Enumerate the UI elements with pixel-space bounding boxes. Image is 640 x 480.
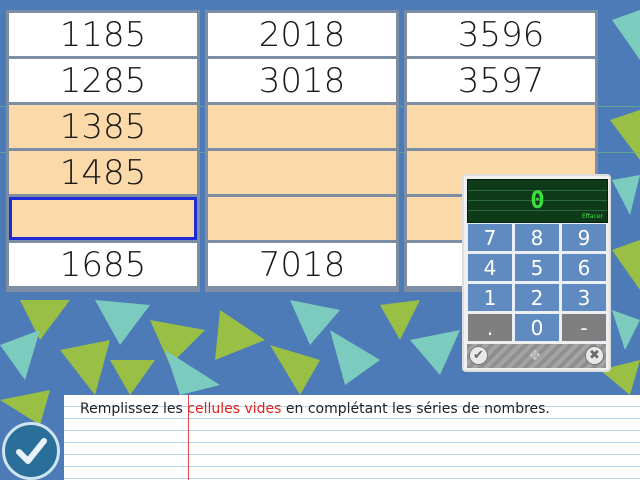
move-handle-icon[interactable]: ✥ [529, 348, 541, 364]
number-column-2: 2018 3018 7018 [205, 10, 399, 292]
number-cell: 1385 [9, 105, 197, 148]
key-2[interactable]: 2 [514, 283, 560, 312]
keypad-bottom-bar: ✔ ✥ ✖ [467, 344, 606, 368]
key-decimal[interactable]: . [467, 313, 513, 342]
close-icon[interactable]: ✖ [585, 346, 604, 365]
empty-cell[interactable] [208, 197, 396, 240]
empty-cell-selected[interactable] [9, 197, 197, 240]
empty-cell[interactable] [208, 151, 396, 194]
validate-button[interactable] [2, 422, 60, 480]
clear-button[interactable]: Effacer [582, 213, 603, 220]
confirm-icon[interactable]: ✔ [469, 346, 488, 365]
number-cell: 2018 [208, 13, 396, 56]
instruction-text: Remplissez les cellules vides en complét… [80, 401, 550, 417]
empty-cell[interactable] [407, 105, 595, 148]
key-3[interactable]: 3 [561, 283, 607, 312]
number-cell: 1685 [9, 243, 197, 286]
key-4[interactable]: 4 [467, 253, 513, 282]
key-5[interactable]: 5 [514, 253, 560, 282]
number-cell: 7018 [208, 243, 396, 286]
number-keypad: 0 Effacer 7 8 9 4 5 6 1 2 3 . 0 - ✔ ✥ ✖ [462, 174, 611, 372]
instruction-panel: Remplissez les cellules vides en complét… [64, 395, 640, 480]
number-cell: 1285 [9, 59, 197, 102]
number-cell: 3018 [208, 59, 396, 102]
key-6[interactable]: 6 [561, 253, 607, 282]
checkmark-icon [16, 438, 47, 464]
key-7[interactable]: 7 [467, 223, 513, 252]
number-cell: 1485 [9, 151, 197, 194]
keypad-display: 0 Effacer [467, 179, 608, 223]
key-1[interactable]: 1 [467, 283, 513, 312]
keypad-display-value: 0 [530, 186, 545, 214]
empty-cell[interactable] [208, 105, 396, 148]
key-8[interactable]: 8 [514, 223, 560, 252]
key-9[interactable]: 9 [561, 223, 607, 252]
key-minus[interactable]: - [561, 313, 607, 342]
number-column-1: 1185 1285 1385 1485 1685 [6, 10, 200, 292]
key-0[interactable]: 0 [514, 313, 560, 342]
number-cell: 1185 [9, 13, 197, 56]
number-cell: 3597 [407, 59, 595, 102]
number-cell: 3596 [407, 13, 595, 56]
